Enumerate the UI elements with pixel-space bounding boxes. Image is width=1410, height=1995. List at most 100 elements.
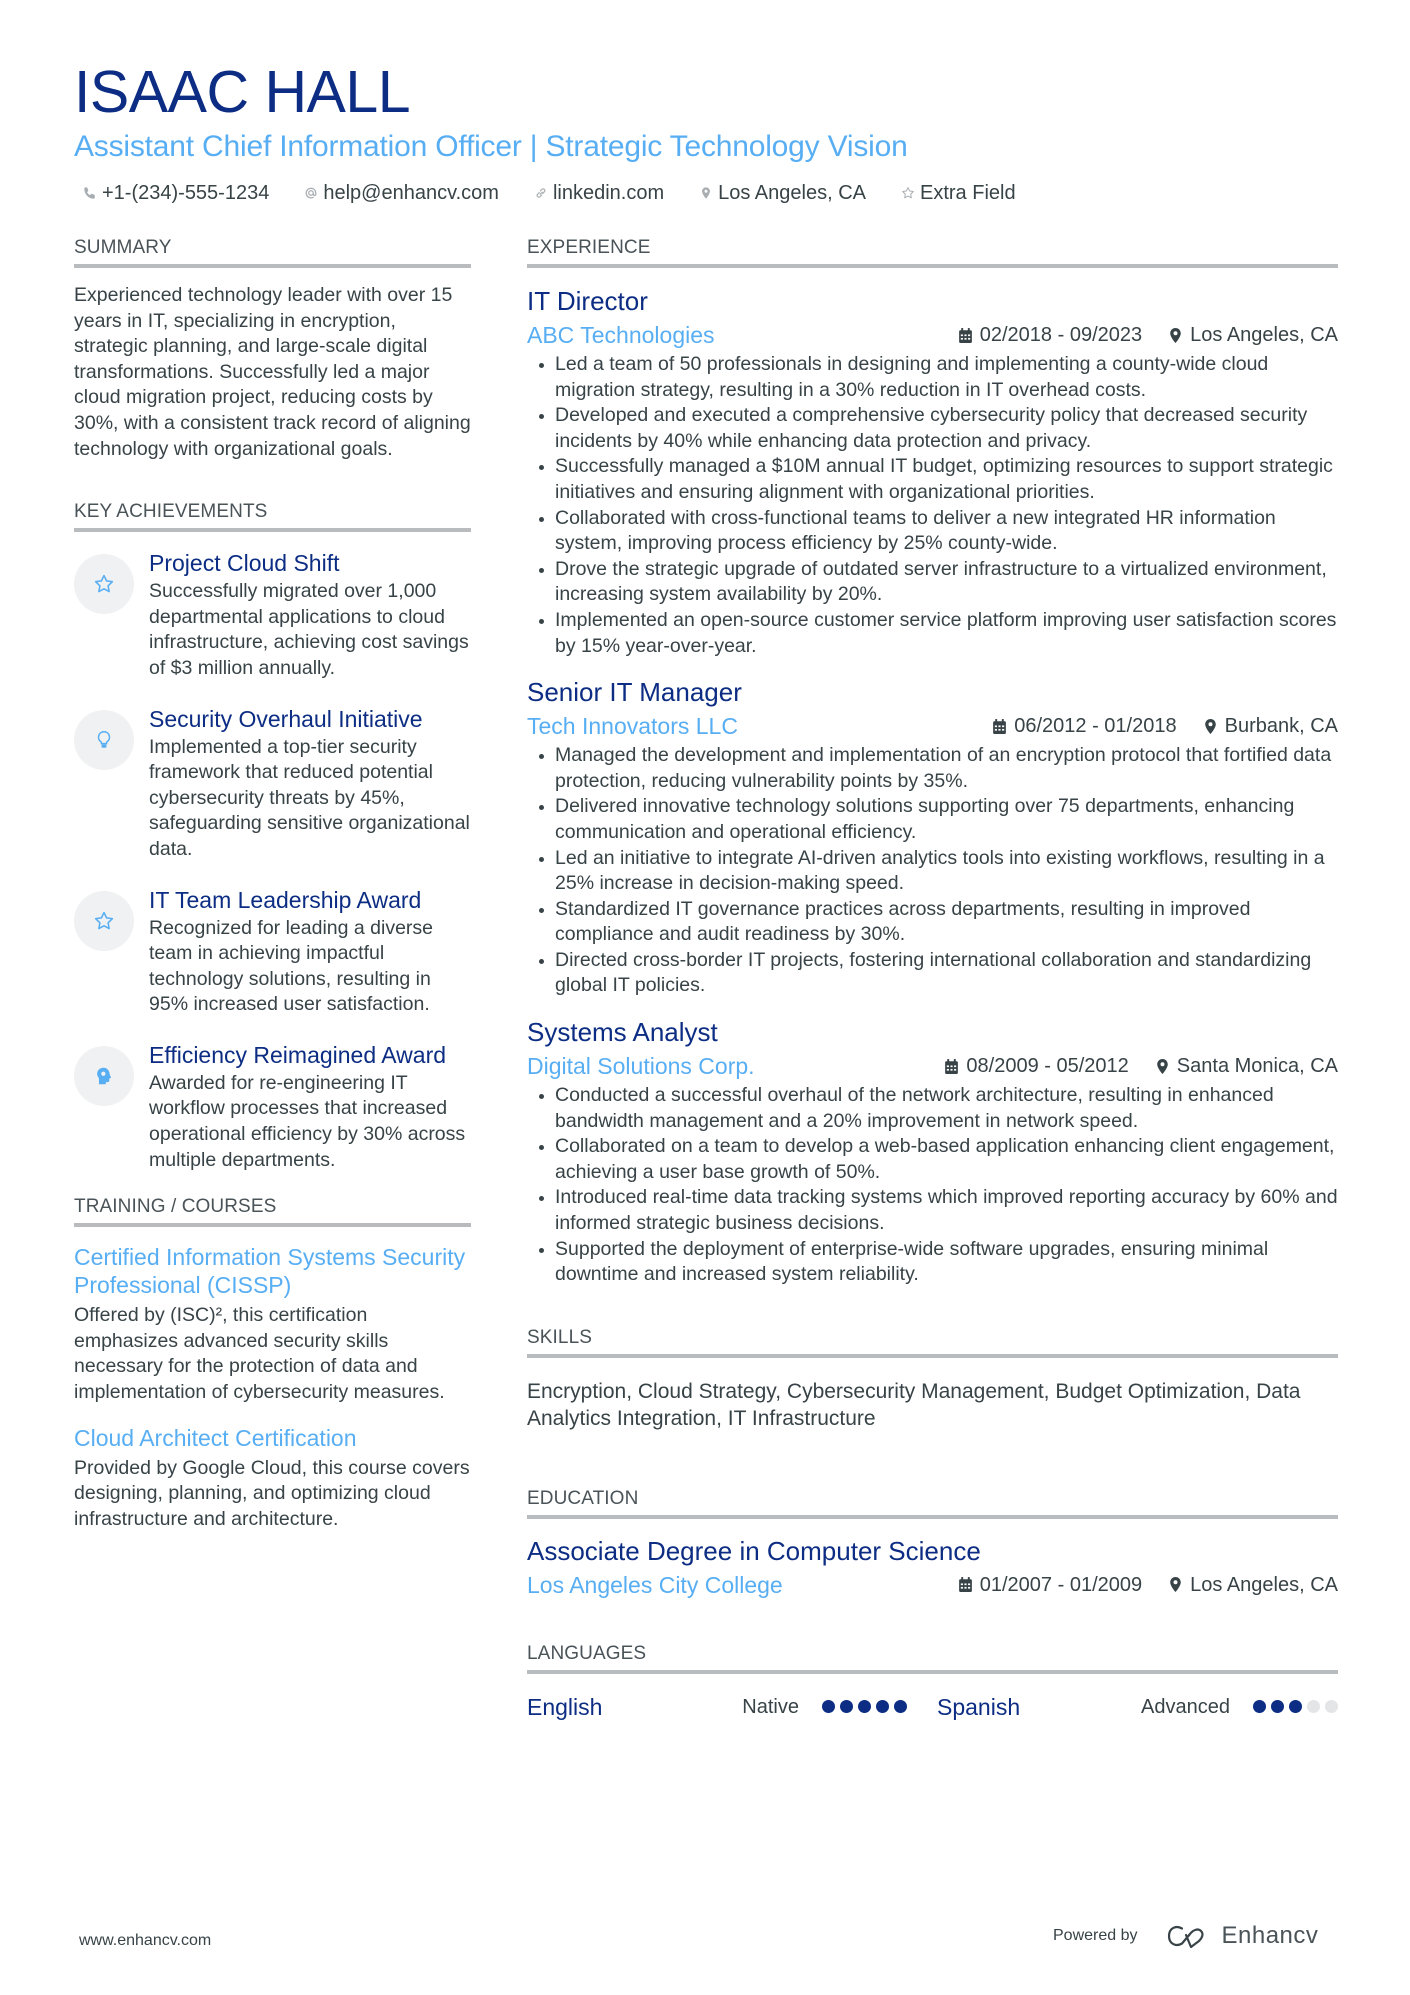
language-rating bbox=[1248, 1700, 1338, 1714]
language-rating bbox=[817, 1700, 907, 1714]
section-title-experience: EXPERIENCE bbox=[527, 236, 1338, 268]
job-bullet: Delivered innovative technology solution… bbox=[527, 794, 1338, 845]
rating-dot-filled bbox=[858, 1700, 871, 1714]
job-bullet: Collaborated on a team to develop a web-… bbox=[527, 1134, 1338, 1185]
job-dates: 06/2012 - 01/2018 bbox=[992, 713, 1177, 739]
job-dates: 08/2009 - 05/2012 bbox=[944, 1053, 1129, 1079]
location-pin-icon bbox=[698, 183, 714, 203]
contact-linkedin[interactable]: linkedin.com bbox=[533, 180, 664, 206]
phone-icon bbox=[82, 183, 98, 203]
section-title-summary: SUMMARY bbox=[74, 236, 471, 268]
rating-dot-empty bbox=[1307, 1700, 1320, 1714]
contact-location: Los Angeles, CA bbox=[698, 180, 866, 206]
education-dates: 01/2007 - 01/2009 bbox=[958, 1572, 1142, 1598]
language-name: English bbox=[527, 1693, 603, 1720]
languages-section: LANGUAGES English Native Spanish Advance… bbox=[527, 1642, 1338, 1722]
enhancv-logo-icon bbox=[1167, 1925, 1204, 1949]
achievement-title: Security Overhaul Initiative bbox=[149, 705, 423, 732]
powered-by-label: Powered by bbox=[1053, 1927, 1138, 1944]
section-title-education: EDUCATION bbox=[527, 1487, 1338, 1519]
achievement-item: IT Team Leadership Award Recognized for … bbox=[74, 885, 471, 1018]
calendar-icon bbox=[945, 1058, 959, 1074]
star-icon bbox=[74, 890, 134, 951]
enhancv-logo-text: Enhancv bbox=[1221, 1922, 1319, 1949]
job-title: Senior IT Manager bbox=[527, 677, 742, 708]
head-brain-icon bbox=[74, 1045, 134, 1106]
summary-text: Experienced technology leader with over … bbox=[74, 284, 471, 460]
footer-website[interactable]: www.enhancv.com bbox=[79, 1931, 211, 1951]
calendar-icon bbox=[993, 718, 1007, 734]
job-location: Los Angeles, CA bbox=[1168, 322, 1338, 348]
section-title-skills: SKILLS bbox=[527, 1326, 1338, 1358]
contact-email[interactable]: help@enhancv.com bbox=[303, 180, 499, 206]
contact-location-text: Los Angeles, CA bbox=[718, 182, 866, 204]
job-location: Santa Monica, CA bbox=[1155, 1053, 1338, 1079]
job-bullet: Successfully managed a $10M annual IT bu… bbox=[527, 454, 1338, 505]
language-level: Advanced bbox=[1141, 1695, 1230, 1718]
rating-dot-filled bbox=[1289, 1700, 1302, 1714]
job-title: IT Director bbox=[527, 286, 648, 316]
contact-extra-field: Extra Field bbox=[900, 180, 1016, 206]
course-desc: Provided by Google Cloud, this course co… bbox=[74, 1456, 470, 1530]
job-company: ABC Technologies bbox=[527, 322, 715, 348]
calendar-icon bbox=[958, 327, 972, 343]
job-bullet: Supported the deployment of enterprise-w… bbox=[527, 1237, 1338, 1288]
job-bullet: Led a team of 50 professionals in design… bbox=[527, 352, 1338, 403]
job-entry: IT Director ABC Technologies 02/2018 - 0… bbox=[527, 285, 1338, 659]
at-icon bbox=[303, 183, 319, 203]
job-bullet: Led an initiative to integrate AI-driven… bbox=[527, 846, 1338, 897]
calendar-icon bbox=[958, 1577, 972, 1593]
education-degree: Associate Degree in Computer Science bbox=[527, 1535, 981, 1566]
achievement-title: Efficiency Reimagined Award bbox=[149, 1041, 447, 1068]
job-company: Tech Innovators LLC bbox=[527, 713, 738, 740]
course-title: Certified Information Systems Security P… bbox=[74, 1244, 466, 1299]
education-section: EDUCATION Associate Degree in Computer S… bbox=[527, 1487, 1338, 1600]
rating-dot-empty bbox=[1325, 1700, 1338, 1714]
star-icon bbox=[74, 554, 134, 615]
course-desc: Offered by (ISC)², this certification em… bbox=[74, 1304, 445, 1404]
link-icon bbox=[533, 183, 549, 203]
job-title: Systems Analyst bbox=[527, 1017, 718, 1048]
achievement-item: Efficiency Reimagined Award Awarded for … bbox=[74, 1040, 471, 1173]
contact-email-text: help@enhancv.com bbox=[323, 182, 499, 204]
language-item: English Native bbox=[527, 1692, 907, 1722]
job-bullet: Implemented an open-source customer serv… bbox=[527, 608, 1338, 659]
course-item: Certified Information Systems Security P… bbox=[74, 1243, 471, 1405]
achievement-desc: Implemented a top-tier security framewor… bbox=[149, 735, 470, 860]
language-name: Spanish bbox=[937, 1693, 1021, 1720]
job-company: Digital Solutions Corp. bbox=[527, 1053, 755, 1080]
lightbulb-icon bbox=[74, 709, 134, 770]
job-bullet: Collaborated with cross-functional teams… bbox=[527, 506, 1338, 557]
achievement-desc: Recognized for leading a diverse team in… bbox=[149, 916, 434, 1016]
job-bullets: Conducted a successful overhaul of the n… bbox=[527, 1083, 1338, 1288]
summary-section: SUMMARY Experienced technology leader wi… bbox=[74, 236, 471, 462]
job-bullet: Managed the development and implementati… bbox=[527, 743, 1338, 794]
experience-section: EXPERIENCE IT Director ABC Technologies … bbox=[527, 236, 1338, 1288]
job-bullets: Led a team of 50 professionals in design… bbox=[527, 352, 1338, 659]
section-title-languages: LANGUAGES bbox=[527, 1642, 1338, 1674]
job-bullet: Introduced real-time data tracking syste… bbox=[527, 1185, 1338, 1236]
contact-extra-field-text: Extra Field bbox=[919, 182, 1016, 204]
job-bullet: Directed cross-border IT projects, foste… bbox=[527, 948, 1338, 999]
location-pin-icon bbox=[1170, 1577, 1181, 1593]
language-level: Native bbox=[742, 1695, 799, 1718]
achievements-section: KEY ACHIEVEMENTS Project Cloud Shift Suc… bbox=[74, 500, 471, 1173]
achievement-desc: Successfully migrated over 1,000 departm… bbox=[149, 580, 469, 679]
course-title: Cloud Architect Certification bbox=[74, 1424, 357, 1451]
achievement-title: IT Team Leadership Award bbox=[149, 886, 422, 913]
contact-phone[interactable]: +1-(234)-555-1234 bbox=[82, 180, 269, 206]
contact-bar: +1-(234)-555-1234 help@enhancv.com linke… bbox=[74, 180, 1344, 206]
right-column: EXPERIENCE IT Director ABC Technologies … bbox=[527, 236, 1338, 1722]
star-icon bbox=[900, 183, 916, 203]
candidate-headline: Assistant Chief Information Officer | St… bbox=[74, 130, 908, 163]
language-item: Spanish Advanced bbox=[937, 1692, 1338, 1722]
resume-header: ISAAC HALL Assistant Chief Information O… bbox=[74, 58, 1344, 206]
rating-dot-filled bbox=[840, 1700, 853, 1714]
achievement-item: Security Overhaul Initiative Implemented… bbox=[74, 704, 471, 863]
location-pin-icon bbox=[1170, 327, 1181, 343]
job-entry: Senior IT Manager Tech Innovators LLC 06… bbox=[527, 676, 1338, 999]
enhancv-logo[interactable]: Enhancv bbox=[1166, 1922, 1319, 1950]
section-title-achievements: KEY ACHIEVEMENTS bbox=[74, 500, 471, 533]
contact-phone-text: +1-(234)-555-1234 bbox=[102, 182, 270, 204]
job-dates: 02/2018 - 09/2023 bbox=[958, 322, 1142, 348]
